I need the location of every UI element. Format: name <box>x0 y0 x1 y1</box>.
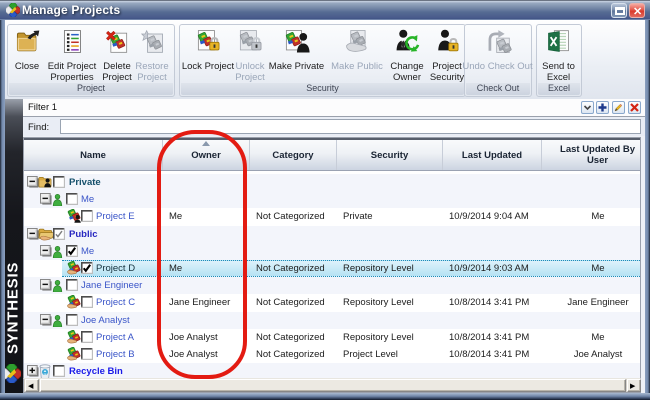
svg-text:SYNTHESIS: SYNTHESIS <box>5 262 22 354</box>
